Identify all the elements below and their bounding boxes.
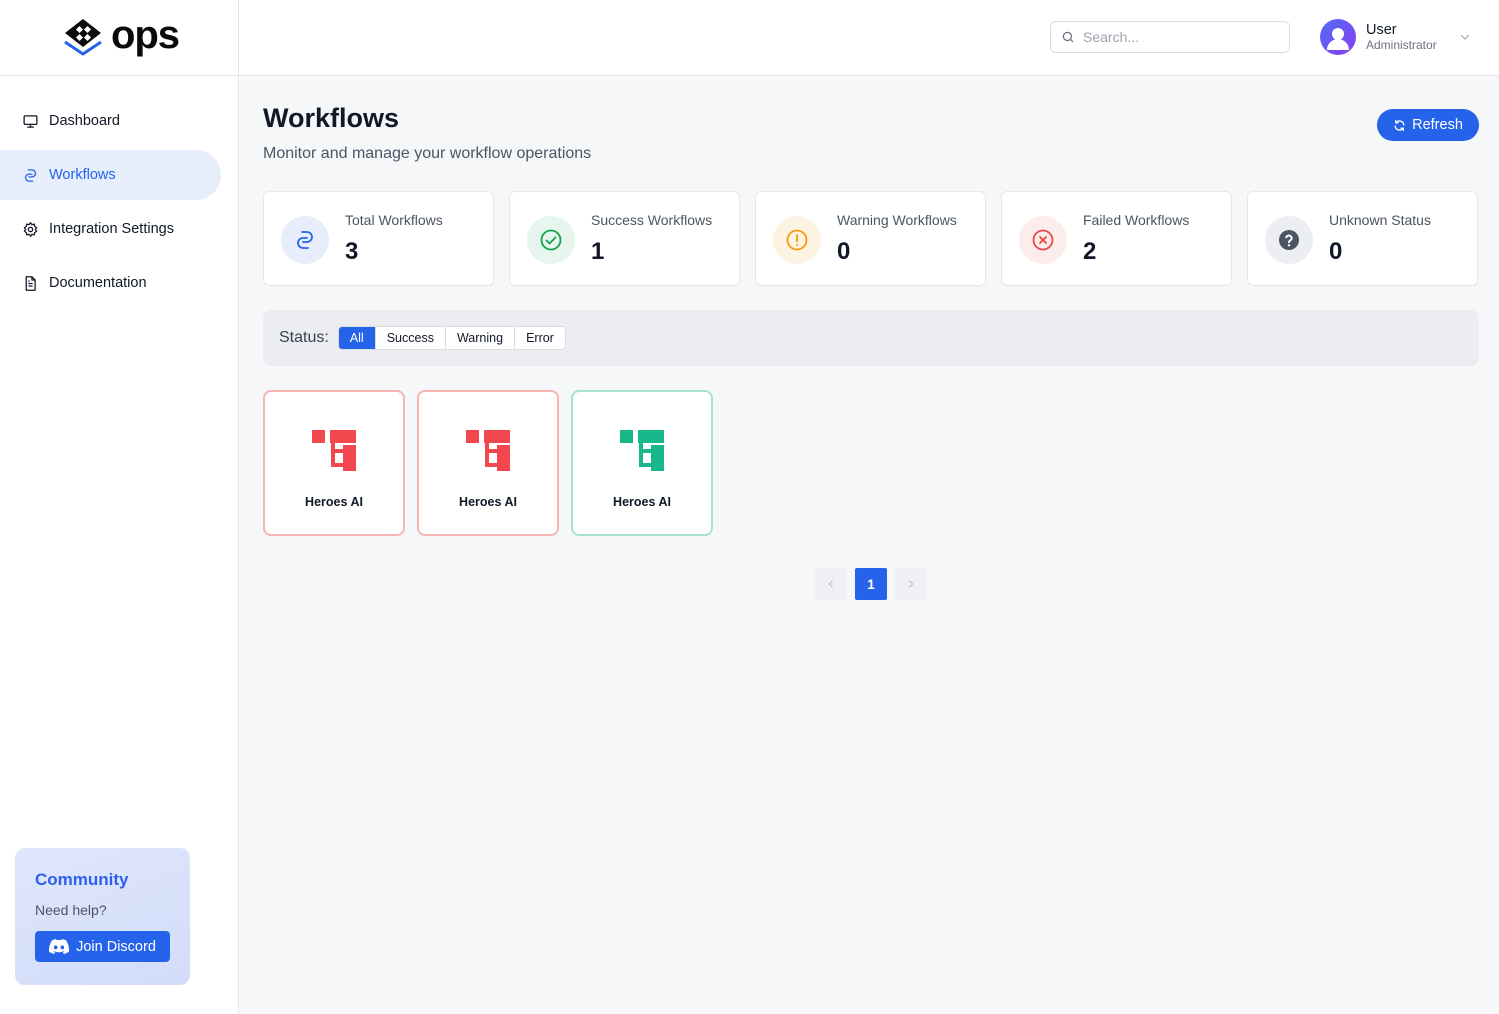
sidebar-item-documentation[interactable]: Documentation: [0, 258, 221, 308]
user-role: Administrator: [1366, 38, 1437, 53]
sidebar-item-label: Integration Settings: [49, 221, 174, 237]
stat-label: Unknown Status: [1329, 212, 1431, 228]
brand-logo[interactable]: ops: [0, 0, 238, 76]
discord-icon: [49, 939, 70, 954]
join-discord-label: Join Discord: [76, 938, 156, 955]
sidebar-item-label: Dashboard: [49, 113, 120, 129]
refresh-label: Refresh: [1412, 117, 1463, 133]
page-1-button[interactable]: 1: [855, 568, 887, 600]
stat-label: Success Workflows: [591, 212, 713, 228]
check-circle-icon: [540, 229, 562, 251]
user-icon: [1327, 28, 1349, 50]
page-title: Workflows: [263, 103, 400, 133]
stat-value: 2: [1083, 238, 1097, 265]
workflow-icon: [24, 168, 37, 182]
status-filter-bar: Status: All Success Warning Error: [263, 310, 1479, 366]
stat-card-failed: Failed Workflows 2: [1001, 191, 1232, 286]
top-header: User Administrator: [239, 0, 1499, 76]
sidebar-item-label: Workflows: [49, 167, 116, 183]
stat-card-total: Total Workflows 3: [263, 191, 494, 286]
pagination: 1: [815, 568, 927, 600]
status-filter-group: All Success Warning Error: [337, 326, 566, 350]
user-info: User Administrator: [1366, 23, 1437, 52]
search-input[interactable]: [1083, 29, 1273, 45]
stat-label: Warning Workflows: [837, 212, 957, 228]
workflow-tree-icon: [466, 430, 510, 471]
stat-card-success: Success Workflows 1: [509, 191, 740, 286]
brand-name: ops: [110, 12, 180, 57]
refresh-button[interactable]: Refresh: [1377, 109, 1479, 141]
chevron-left-icon: [828, 580, 833, 588]
community-card: Community Need help? Join Discord: [15, 848, 190, 985]
filter-warning-button[interactable]: Warning: [444, 327, 514, 349]
stat-icon-bg: [1265, 216, 1313, 264]
stat-icon-bg: [527, 216, 575, 264]
chevron-down-icon: [1460, 34, 1469, 40]
workflow-name: Heroes AI: [305, 495, 363, 509]
chevron-right-icon: [909, 580, 914, 588]
ops-logo-icon: [64, 18, 102, 55]
user-menu[interactable]: User Administrator: [1320, 19, 1471, 55]
alert-circle-icon: [786, 229, 808, 251]
workflow-name: Heroes AI: [613, 495, 671, 509]
prev-page-button[interactable]: [815, 568, 847, 600]
sidebar-item-dashboard[interactable]: Dashboard: [0, 96, 221, 146]
workflow-card[interactable]: Heroes AI: [263, 390, 405, 536]
sidebar-nav: Dashboard Workflows Integration Settings…: [0, 76, 238, 308]
stat-value: 3: [345, 238, 359, 265]
sidebar-item-integration-settings[interactable]: Integration Settings: [0, 204, 221, 254]
stat-label: Failed Workflows: [1083, 212, 1190, 228]
stat-value: 1: [591, 238, 605, 265]
sidebar: ops Dashboard Workflows Integration Sett…: [0, 0, 239, 1014]
workflow-grid: Heroes AI Heroes AI Heroes AI: [263, 390, 713, 536]
next-page-button[interactable]: [895, 568, 927, 600]
stat-card-unknown: Unknown Status 0: [1247, 191, 1478, 286]
monitor-icon: [23, 114, 38, 128]
stat-icon-bg: [773, 216, 821, 264]
community-subtitle: Need help?: [35, 902, 107, 918]
user-name: User: [1366, 21, 1397, 38]
search-box[interactable]: [1050, 21, 1290, 53]
avatar: [1320, 19, 1356, 55]
refresh-icon: [1394, 119, 1405, 131]
sidebar-item-workflows[interactable]: Workflows: [0, 150, 221, 200]
workflow-name: Heroes AI: [459, 495, 517, 509]
workflow-tree-icon: [620, 430, 664, 471]
workflow-icon: [297, 231, 313, 249]
workflow-card[interactable]: Heroes AI: [571, 390, 713, 536]
stat-label: Total Workflows: [345, 212, 443, 228]
status-filter-label: Status:: [279, 329, 329, 346]
document-icon: [25, 275, 36, 291]
page-subtitle: Monitor and manage your workflow operati…: [263, 145, 592, 162]
stat-value: 0: [1329, 238, 1343, 265]
workflow-card[interactable]: Heroes AI: [417, 390, 559, 536]
filter-error-button[interactable]: Error: [514, 327, 565, 349]
stat-value: 0: [837, 238, 851, 265]
search-icon: [1062, 31, 1074, 43]
gear-icon: [23, 221, 38, 237]
filter-success-button[interactable]: Success: [374, 327, 445, 349]
question-circle-icon: [1279, 230, 1299, 250]
join-discord-button[interactable]: Join Discord: [35, 931, 170, 962]
workflow-tree-icon: [312, 430, 356, 471]
stats-row: Total Workflows 3 Success Workflows 1 Wa…: [263, 191, 1478, 286]
stat-icon-bg: [1019, 216, 1067, 264]
community-title: Community: [35, 870, 129, 889]
sidebar-item-label: Documentation: [49, 275, 147, 291]
stat-card-warning: Warning Workflows 0: [755, 191, 986, 286]
filter-all-button[interactable]: All: [338, 327, 375, 349]
x-circle-icon: [1032, 229, 1054, 251]
stat-icon-bg: [281, 216, 329, 264]
